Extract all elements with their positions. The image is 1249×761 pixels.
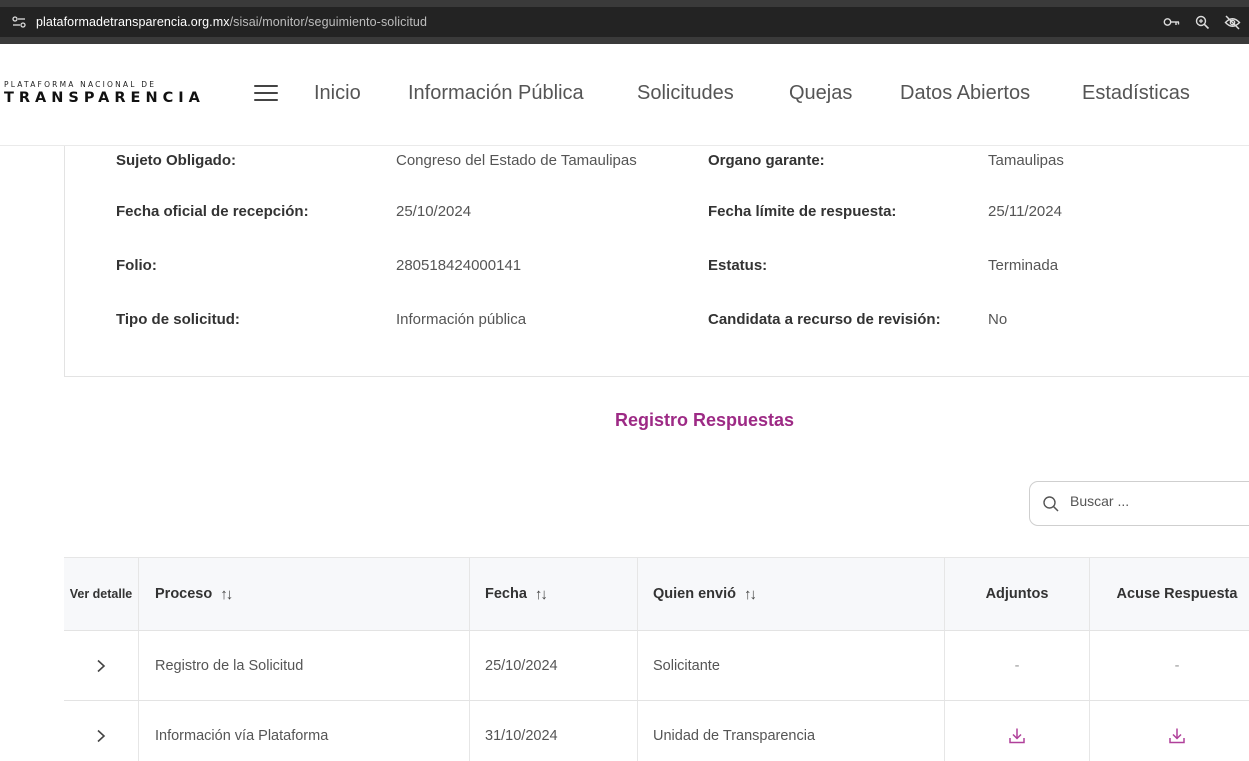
registro-respuestas-title: Registro Respuestas (614, 410, 795, 430)
chevron-right-icon (97, 659, 106, 672)
search-icon (1042, 495, 1060, 513)
search-input[interactable] (1070, 493, 1249, 509)
col-proceso[interactable]: Proceso ↑↓ (139, 558, 470, 630)
password-key-icon[interactable] (1163, 13, 1181, 31)
expand-row-button[interactable] (64, 631, 139, 700)
download-icon (1009, 728, 1025, 743)
expand-row-button[interactable] (64, 701, 139, 761)
table-header-row: Ver detalle Proceso ↑↓ Fecha ↑↓ Quien envi… (64, 557, 1249, 631)
candidata-recurso-label: Candidata a recurso de revisión: (708, 311, 941, 328)
folio-label: Folio: (116, 257, 157, 274)
cell-acuse: - (1174, 657, 1180, 674)
tipo-solicitud-value: Información pública (396, 311, 527, 328)
sujeto-obligado-value: Congreso del Estado de Tamaulipas (396, 152, 637, 169)
folio-value: 280518424000141 (396, 257, 522, 274)
tipo-solicitud-label: Tipo de solicitud: (116, 311, 240, 328)
chevron-right-icon (97, 729, 106, 742)
eye-slash-icon[interactable] (1223, 13, 1241, 31)
site-logo[interactable]: PLATAFORMA NACIONAL DE TRANSPARENCIA (4, 80, 214, 106)
col-quien-envio[interactable]: Quien envió ↑↓ (638, 558, 945, 630)
url-text[interactable]: plataformadetransparencia.org.mx/sisai/m… (36, 15, 427, 29)
zoom-icon[interactable] (1193, 13, 1211, 31)
cell-proceso: Información vía Plataforma (139, 701, 470, 761)
col-acuse-respuesta: Acuse Respuesta (1116, 586, 1238, 602)
solicitud-details-card: Sujeto Obligado: Congreso del Estado de … (64, 146, 1249, 377)
nav-solicitudes[interactable]: Solicitudes (637, 82, 734, 105)
col-proceso-label: Proceso (155, 586, 213, 602)
logo-bottom-text: TRANSPARENCIA (4, 90, 205, 106)
cell-quien: Unidad de Transparencia (638, 701, 945, 761)
sujeto-obligado-label: Sujeto Obligado: (116, 152, 236, 169)
address-bar[interactable]: plataformadetransparencia.org.mx/sisai/m… (0, 7, 1249, 37)
col-ver-detalle: Ver detalle (64, 558, 139, 630)
nav-quejas[interactable]: Quejas (789, 82, 852, 105)
nav-inicio[interactable]: Inicio (314, 82, 361, 105)
cell-fecha: 25/10/2024 (470, 631, 638, 700)
site-settings-icon[interactable] (6, 11, 32, 33)
download-acuse-button[interactable] (1090, 701, 1249, 761)
sort-icon[interactable]: ↑↓ (535, 586, 548, 603)
search-box[interactable] (1029, 481, 1249, 526)
fecha-recepcion-value: 25/10/2024 (396, 203, 472, 220)
col-adjuntos: Adjuntos (945, 558, 1090, 630)
candidata-recurso-value: No (988, 311, 1008, 328)
sort-icon[interactable]: ↑↓ (744, 586, 757, 603)
col-fecha-label: Fecha (485, 586, 527, 602)
browser-toolbar: plataformadetransparencia.org.mx/sisai/m… (0, 0, 1249, 44)
cell-adjuntos: - (945, 631, 1090, 700)
fecha-recepcion-label: Fecha oficial de recepción: (116, 203, 309, 220)
cell-quien: Solicitante (638, 631, 945, 700)
fecha-limite-label: Fecha límite de respuesta: (708, 203, 897, 220)
col-quien-label: Quien envió (653, 586, 736, 602)
estatus-label: Estatus: (708, 257, 768, 274)
download-adjuntos-button[interactable] (945, 701, 1090, 761)
nav-estadisticas[interactable]: Estadísticas (1082, 82, 1190, 105)
logo-top-text: PLATAFORMA NACIONAL DE (4, 80, 157, 89)
organo-garante-label: Organo garante: (708, 152, 825, 169)
site-navbar: PLATAFORMA NACIONAL DE TRANSPARENCIA Ini… (0, 44, 1249, 146)
download-icon (1169, 728, 1185, 743)
sort-icon[interactable]: ↑↓ (220, 586, 233, 603)
cell-fecha: 31/10/2024 (470, 701, 638, 761)
table-row: Registro de la Solicitud 25/10/2024 Soli… (64, 631, 1249, 701)
fecha-limite-value: 25/11/2024 (988, 203, 1062, 220)
cell-proceso: Registro de la Solicitud (139, 631, 470, 700)
hamburger-menu-icon[interactable] (254, 85, 278, 101)
nav-informacion-publica[interactable]: Información Pública (408, 82, 584, 105)
nav-datos-abiertos[interactable]: Datos Abiertos (900, 82, 1030, 105)
col-fecha[interactable]: Fecha ↑↓ (470, 558, 638, 630)
table-row: Información vía Plataforma 31/10/2024 Un… (64, 701, 1249, 761)
organo-garante-value: Tamaulipas (988, 152, 1064, 169)
estatus-value: Terminada (988, 257, 1059, 274)
